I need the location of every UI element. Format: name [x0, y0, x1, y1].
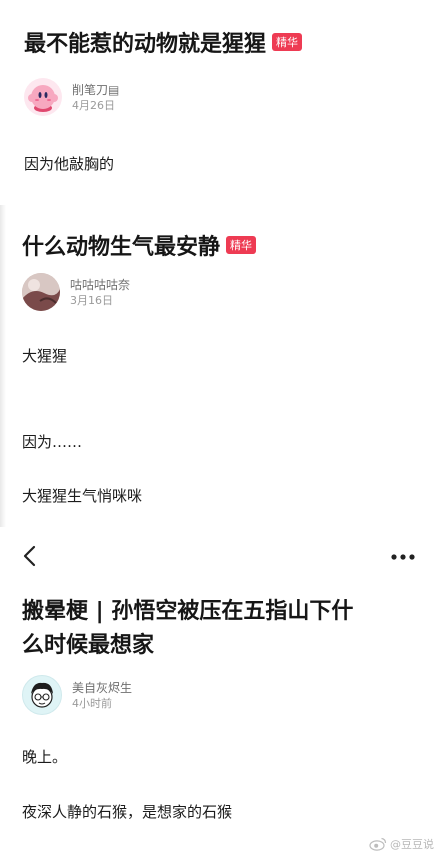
post-date: 4月26日	[72, 98, 115, 112]
post-title-text: 什么动物生气最安静	[22, 235, 221, 260]
post-date: 3月16日	[70, 293, 113, 307]
panel-divider	[0, 205, 6, 527]
post-body-line: 大猩猩	[22, 347, 68, 365]
cartoon-boy-avatar-icon	[31, 682, 53, 708]
post-title[interactable]: 什么动物生气最安静 精华	[22, 229, 257, 261]
avatar[interactable]	[22, 273, 60, 311]
photo-avatar-icon	[22, 273, 60, 311]
post-title-line: 么时候最想家	[22, 633, 155, 658]
featured-badge: 精华	[272, 33, 303, 51]
post-title-line: 搬晕梗 | 孙悟空被压在五指山下什	[22, 599, 354, 624]
post-card-2: 什么动物生气最安静 精华 咕咕咕咕奈 3月16日 大猩猩 因为…… 大猩猩生气悄咪…	[0, 205, 440, 527]
post-body-line: 夜深人静的石猴，是想家的石猴	[22, 803, 233, 821]
kirby-avatar-icon	[28, 85, 58, 112]
author-name[interactable]: 美自灰烬生	[72, 680, 132, 696]
watermark-text: @豆豆说	[390, 838, 434, 851]
watermark: @豆豆说	[369, 836, 434, 852]
weibo-logo-icon	[369, 837, 387, 851]
post-title[interactable]: 搬晕梗 | 孙悟空被压在五指山下什 么时候最想家	[22, 595, 432, 663]
post-title-text: 最不能惹的动物就是猩猩	[24, 32, 267, 57]
post-body-line: 大猩猩生气悄咪咪	[22, 487, 143, 505]
avatar[interactable]	[24, 78, 62, 116]
post-card-3: 搬晕梗 | 孙悟空被压在五指山下什 么时候最想家 美自灰烬生 4小时前 晚上。 …	[0, 527, 440, 860]
post-date: 4小时前	[72, 696, 112, 710]
post-card-1: 最不能惹的动物就是猩猩 精华 削笔刀▤ 4月26日 因为他敲胸的	[0, 0, 440, 205]
post-body-line: 因为……	[22, 433, 83, 451]
chevron-left-icon[interactable]	[20, 545, 40, 567]
post-body-line: 晚上。	[22, 748, 68, 766]
featured-badge: 精华	[226, 236, 257, 254]
post-body: 因为他敲胸的	[24, 155, 115, 173]
avatar[interactable]	[22, 675, 62, 715]
author-row[interactable]: 削笔刀▤ 4月26日	[24, 78, 119, 116]
author-name[interactable]: 削笔刀▤	[72, 82, 119, 98]
more-dots-icon[interactable]	[390, 553, 416, 561]
author-row[interactable]: 美自灰烬生 4小时前	[22, 675, 132, 715]
author-row[interactable]: 咕咕咕咕奈 3月16日	[22, 273, 130, 311]
post-title[interactable]: 最不能惹的动物就是猩猩 精华	[24, 26, 303, 58]
author-name[interactable]: 咕咕咕咕奈	[70, 277, 130, 293]
